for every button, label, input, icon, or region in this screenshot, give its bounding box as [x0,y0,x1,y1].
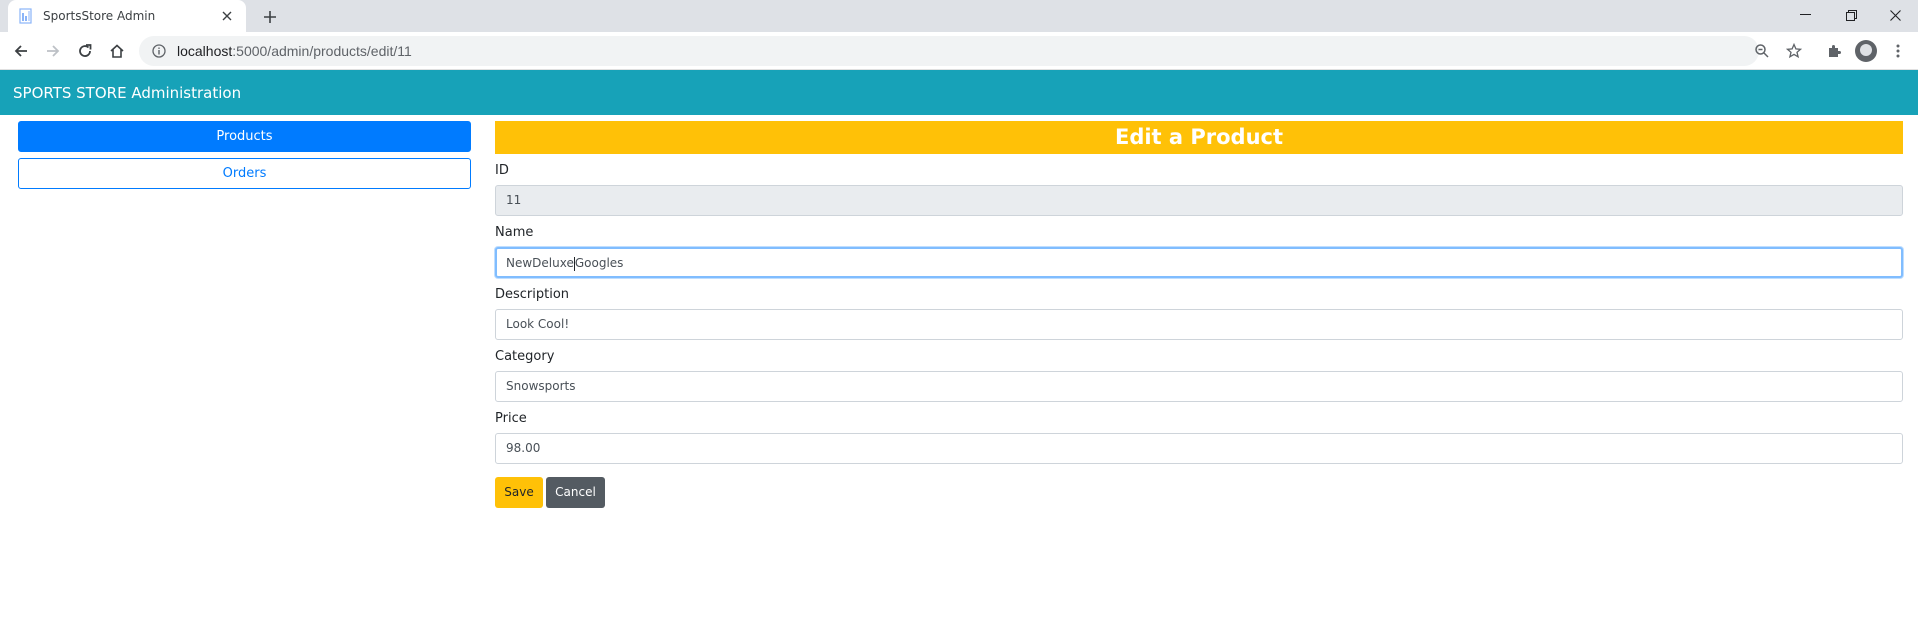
edit-product-form: Edit a Product ID 11 Name NewDeluxeGoogl… [495,121,1903,508]
save-button[interactable]: Save [495,477,543,508]
sidebar-item-products[interactable]: Products [18,121,471,152]
home-icon[interactable] [103,37,131,65]
tab-title: SportsStore Admin [43,9,156,23]
url-text: localhost:5000/admin/products/edit/11 [177,43,412,59]
form-group-category: Category Snowsports [495,349,1903,402]
kebab-menu-icon[interactable] [1884,37,1912,65]
avatar[interactable] [1852,37,1880,65]
zoom-icon[interactable] [1748,36,1776,66]
arrow-left-icon[interactable] [7,37,35,65]
form-group-price: Price 98.00 [495,411,1903,464]
id-label: ID [495,163,509,178]
reload-icon[interactable] [71,37,99,65]
form-actions: Save Cancel [495,477,1903,508]
close-window-icon[interactable] [1872,0,1918,30]
restore-icon[interactable] [1828,0,1874,30]
form-group-id: ID 11 [495,163,1903,216]
form-group-name: Name NewDeluxeGoogles [495,225,1903,278]
cancel-button[interactable]: Cancel [546,477,605,508]
price-label: Price [495,411,527,426]
page-title: Edit a Product [495,121,1903,154]
name-field[interactable]: NewDeluxeGoogles [495,247,1903,278]
form-group-description: Description Look Cool! [495,287,1903,340]
description-label: Description [495,287,570,302]
browser-toolbar: localhost:5000/admin/products/edit/11 [0,32,1918,70]
profile-avatar [1855,40,1877,62]
name-value-before-caret: NewDeluxe [506,256,574,270]
sidebar-item-orders[interactable]: Orders [18,158,471,189]
minimize-icon[interactable] [1782,0,1828,30]
name-label: Name [495,225,534,240]
price-field[interactable]: 98.00 [495,433,1903,464]
plus-icon[interactable] [258,5,282,29]
app-navbar: SPORTS STORE Administration [0,70,1918,115]
star-icon[interactable] [1780,36,1808,66]
navbar-brand: SPORTS STORE Administration [13,83,242,102]
category-label: Category [495,349,555,364]
url-host: localhost [177,43,233,59]
browser-tab[interactable]: SportsStore Admin [8,0,246,32]
document-icon [18,8,34,24]
url-path: :5000/admin/products/edit/11 [232,43,412,59]
description-field[interactable]: Look Cool! [495,309,1903,340]
category-field[interactable]: Snowsports [495,371,1903,402]
arrow-right-icon[interactable] [39,37,67,65]
info-icon[interactable] [151,43,167,59]
puzzle-icon[interactable] [1820,37,1848,65]
sidebar: Products Orders [18,121,471,189]
tab-strip: SportsStore Admin [0,0,1918,32]
name-value-after-caret: Googles [574,256,624,270]
address-bar[interactable]: localhost:5000/admin/products/edit/11 [139,36,1802,66]
id-field: 11 [495,185,1903,216]
close-icon[interactable] [218,7,236,25]
